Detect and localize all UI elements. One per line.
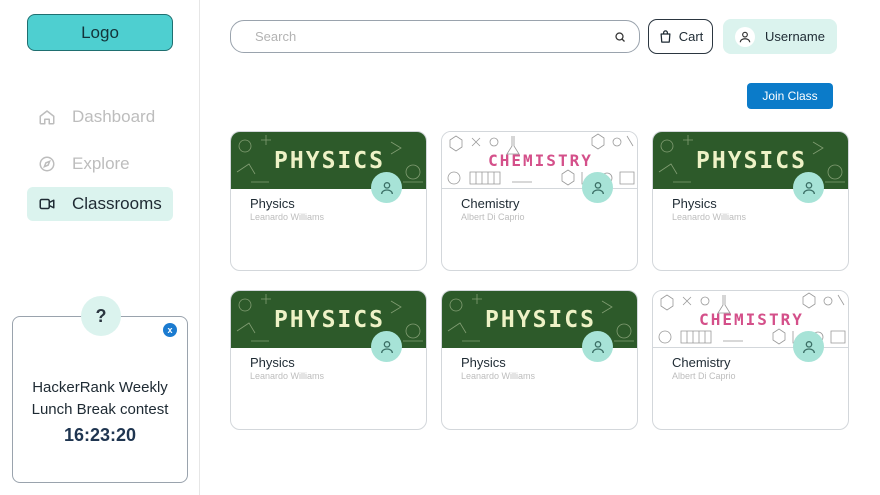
user-icon: [735, 26, 755, 47]
teacher-avatar-icon: [371, 331, 402, 362]
sidebar-item-dashboard[interactable]: Dashboard: [27, 100, 173, 134]
sidebar-item-label: Classrooms: [72, 194, 162, 213]
sidebar-item-classrooms[interactable]: Classrooms: [27, 187, 173, 221]
classroom-teacher: Leanardo Williams: [250, 371, 325, 381]
classroom-subject: Physics: [461, 355, 506, 370]
teacher-avatar-icon: [582, 172, 613, 203]
classroom-card[interactable]: PHYSICS Physics Leanardo Williams: [230, 131, 427, 271]
shopping-bag-icon: [658, 29, 673, 44]
classroom-card[interactable]: PHYSICS Physics Leanardo Williams: [652, 131, 849, 271]
sidebar-item-label: Explore: [72, 154, 130, 173]
classroom-subject: Physics: [250, 196, 295, 211]
classroom-subject: Physics: [250, 355, 295, 370]
search-icon[interactable]: [613, 30, 627, 44]
classroom-card[interactable]: PHYSICS Physics Leanardo Williams: [441, 290, 638, 430]
classroom-teacher: Albert Di Caprio: [461, 212, 525, 222]
classroom-teacher: Leanardo Williams: [250, 212, 325, 222]
classroom-subject: Chemistry: [672, 355, 731, 370]
sidebar-item-label: Dashboard: [72, 107, 156, 126]
classroom-teacher: Leanardo Williams: [461, 371, 536, 381]
contest-title-line: Lunch Break contest: [31, 401, 169, 418]
join-class-button[interactable]: Join Class: [747, 83, 833, 109]
compass-icon: [37, 154, 57, 174]
teacher-avatar-icon: [793, 331, 824, 362]
contest-title: HackerRank Weekly Lunch Break contest: [13, 377, 187, 421]
home-icon: [37, 107, 57, 127]
cart-button[interactable]: Cart: [648, 19, 713, 54]
classroom-subject: Physics: [672, 196, 717, 211]
user-menu-button[interactable]: Username: [723, 19, 837, 54]
teacher-avatar-icon: [582, 331, 613, 362]
classroom-subject: Chemistry: [461, 196, 520, 211]
classroom-card[interactable]: CHEMISTRY Chemistry Albert Di Caprio: [652, 290, 849, 430]
search-input[interactable]: [255, 29, 613, 44]
sidebar-item-explore[interactable]: Explore: [27, 147, 173, 181]
teacher-avatar-icon: [371, 172, 402, 203]
sidebar: Logo Dashboard Explore Classrooms ? x Ha…: [0, 0, 200, 495]
logo[interactable]: Logo: [27, 14, 173, 51]
classroom-teacher: Leanardo Williams: [672, 212, 747, 222]
teacher-avatar-icon: [793, 172, 824, 203]
classroom-teacher: Albert Di Caprio: [672, 371, 736, 381]
contest-card: ? x HackerRank Weekly Lunch Break contes…: [12, 296, 188, 483]
close-icon[interactable]: x: [163, 323, 177, 337]
contest-title-line: HackerRank Weekly: [32, 379, 168, 396]
search-bar[interactable]: [230, 20, 640, 53]
cart-label: Cart: [678, 29, 704, 44]
contest-timer: 16:23:20: [63, 425, 137, 445]
username: Username: [765, 29, 825, 44]
video-icon: [37, 194, 57, 214]
help-icon[interactable]: ?: [81, 296, 121, 336]
classroom-card[interactable]: PHYSICS Physics Leanardo Williams: [230, 290, 427, 430]
classroom-card[interactable]: CHEMISTRY Chemistry Albert Di Caprio: [441, 131, 638, 271]
